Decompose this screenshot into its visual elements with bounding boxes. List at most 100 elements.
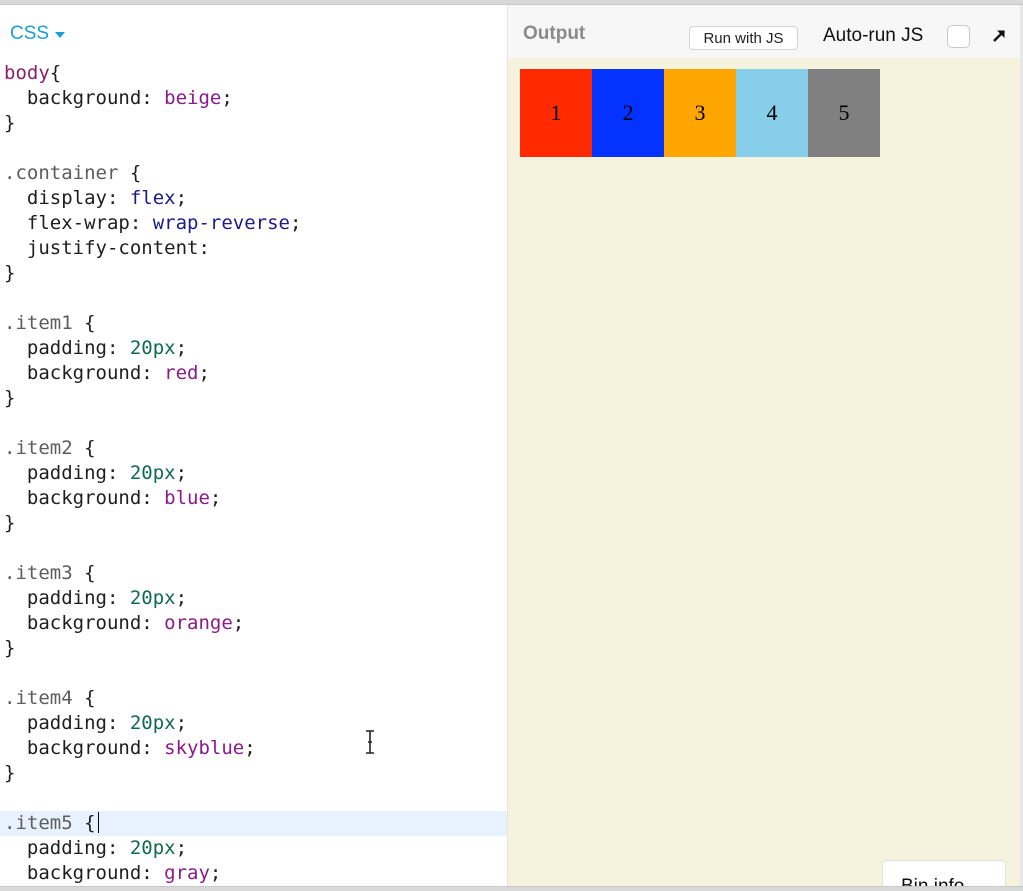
code-line[interactable]: padding: 20px; [0, 586, 507, 611]
flex-item-4: 4 [736, 69, 808, 157]
code-token: background: [4, 87, 165, 109]
code-token: .item1 [4, 312, 73, 334]
code-line[interactable]: .container { [0, 161, 507, 186]
code-token: } [4, 262, 16, 284]
code-token: } [4, 387, 16, 409]
code-token: { [72, 562, 96, 584]
text-caret [97, 812, 99, 833]
code-token: background: [4, 862, 165, 884]
code-line[interactable] [0, 786, 507, 811]
css-editor-panel[interactable]: CSS body{ background: beige;} .container … [0, 5, 507, 886]
code-token: padding: [4, 337, 130, 359]
code-line[interactable]: justify-content: [0, 236, 507, 261]
code-token: 20px [129, 337, 176, 359]
auto-run-js-checkbox[interactable] [947, 25, 970, 48]
caret-down-icon [55, 32, 66, 38]
code-token: gray [164, 862, 210, 884]
code-token: background: [4, 362, 165, 384]
code-token: .item4 [4, 687, 73, 709]
code-token: body [4, 62, 50, 84]
code-line[interactable]: .item2 { [0, 436, 507, 461]
code-token: ; [175, 712, 188, 734]
code-line[interactable]: padding: 20px; [0, 461, 507, 486]
code-token: orange [164, 612, 233, 634]
code-token: ; [209, 487, 222, 509]
run-with-js-button[interactable]: Run with JS [689, 26, 798, 50]
code-line[interactable]: } [0, 261, 507, 286]
output-header: Output Run with JS Auto-run JS [508, 5, 1023, 58]
code-token: 20px [129, 837, 176, 859]
code-line[interactable]: } [0, 761, 507, 786]
code-token: .item2 [4, 437, 73, 459]
code-line[interactable]: padding: 20px; [0, 711, 507, 736]
code-line[interactable]: } [0, 111, 507, 136]
code-token: padding: [4, 712, 130, 734]
code-line[interactable]: } [0, 636, 507, 661]
code-token: ; [198, 362, 210, 384]
code-token: justify-content: [4, 237, 210, 259]
code-token: .container [4, 162, 119, 184]
code-token: ; [290, 212, 302, 234]
code-line[interactable]: body{ [0, 61, 507, 86]
code-token: ; [175, 837, 188, 859]
css-panel-title: CSS [10, 23, 50, 44]
pop-out-arrow-icon[interactable] [990, 27, 1008, 45]
code-token: ; [244, 737, 256, 759]
code-token: padding: [4, 837, 130, 859]
code-token: background: [4, 737, 165, 759]
code-line[interactable]: padding: 20px; [0, 336, 507, 361]
code-token: skyblue [164, 737, 245, 759]
code-token: } [4, 512, 16, 534]
code-token: { [72, 312, 96, 334]
code-line[interactable]: .item4 { [0, 686, 507, 711]
code-token: { [72, 812, 96, 834]
code-line[interactable]: padding: 20px; [0, 836, 507, 861]
code-line[interactable] [0, 661, 507, 686]
code-token: } [4, 112, 16, 134]
code-line[interactable] [0, 536, 507, 561]
code-line[interactable]: } [0, 386, 507, 411]
flex-item-3: 3 [664, 69, 736, 157]
code-token: { [49, 62, 62, 84]
auto-run-js-label: Auto-run JS [823, 25, 924, 46]
code-editor[interactable]: body{ background: beige;} .container { di… [0, 61, 507, 886]
code-line[interactable] [0, 136, 507, 161]
flex-item-1: 1 [520, 69, 592, 157]
code-token: flex-wrap: [4, 212, 153, 234]
css-panel-dropdown[interactable]: CSS [10, 23, 66, 45]
flex-item-2: 2 [592, 69, 664, 157]
output-panel: Output Run with JS Auto-run JS 12345 Bin… [507, 5, 1023, 886]
code-token: red [164, 362, 199, 384]
code-line[interactable]: } [0, 511, 507, 536]
code-line[interactable]: .item5 { [0, 811, 507, 836]
code-line[interactable] [0, 286, 507, 311]
code-line[interactable]: display: flex; [0, 186, 507, 211]
code-line[interactable]: background: skyblue; [0, 736, 507, 761]
code-line[interactable]: .item3 { [0, 561, 507, 586]
bin-info-button[interactable]: Bin info [882, 860, 1006, 886]
code-line[interactable]: background: blue; [0, 486, 507, 511]
flex-container-preview: 12345 [520, 69, 880, 157]
code-token: ; [175, 462, 188, 484]
code-token: background: [4, 487, 165, 509]
code-token: padding: [4, 462, 130, 484]
code-token: blue [164, 487, 210, 509]
code-line[interactable]: flex-wrap: wrap-reverse; [0, 211, 507, 236]
code-line[interactable]: background: orange; [0, 611, 507, 636]
code-line[interactable]: background: red; [0, 361, 507, 386]
code-token: } [4, 762, 16, 784]
code-line[interactable]: background: gray; [0, 861, 507, 886]
code-line[interactable] [0, 411, 507, 436]
code-token: } [4, 637, 16, 659]
code-token: padding: [4, 587, 130, 609]
flex-item-5: 5 [808, 69, 880, 157]
code-token: beige [164, 87, 222, 109]
code-token: 20px [129, 712, 176, 734]
code-line[interactable]: .item1 { [0, 311, 507, 336]
code-token: .item5 [4, 812, 73, 834]
code-token: { [72, 687, 96, 709]
code-line[interactable]: background: beige; [0, 86, 507, 111]
code-token: { [118, 162, 142, 184]
window-bottom-border [0, 886, 1023, 891]
code-token: .item3 [4, 562, 73, 584]
